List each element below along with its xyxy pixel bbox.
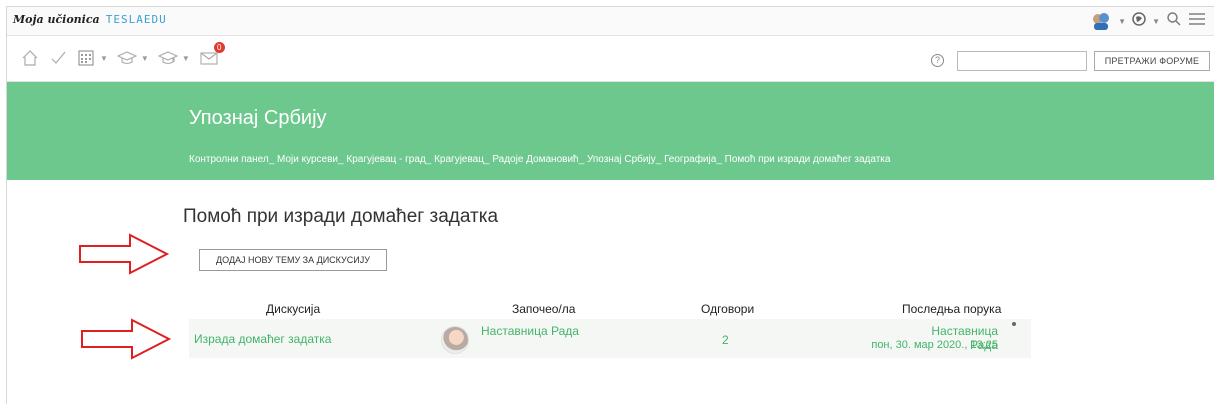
help-icon[interactable]: ? [931, 54, 944, 67]
user-avatar[interactable] [1090, 10, 1112, 32]
nav-icon-group: ▼ ▼ ▼ 0 [19, 42, 225, 69]
breadcrumb-item-my-courses[interactable]: Моји курсеви [277, 154, 338, 165]
courses-alt-caret-icon[interactable]: ▼ [182, 54, 190, 63]
breadcrumb-separator: _ [425, 154, 435, 165]
messages-count-badge: 0 [213, 42, 225, 53]
course-title: Упознај Србију [189, 107, 327, 129]
site-logo[interactable]: Moja učionica TESLAEDU [13, 13, 167, 26]
breadcrumb-separator: _ [578, 154, 587, 165]
annotation-arrow-add-topic-icon [79, 233, 170, 275]
search-forums-button[interactable]: ПРЕТРАЖИ ФОРУМЕ [1094, 51, 1210, 71]
annotation-arrow-discussion-icon [81, 318, 172, 360]
breadcrumb-separator: _ [268, 154, 278, 165]
breadcrumb-item-course[interactable]: Упознај Србију [587, 154, 656, 165]
breadcrumb-separator: _ [716, 154, 725, 165]
breadcrumb-item-city[interactable]: Крагујевац - град [346, 154, 425, 165]
calendar-caret-icon[interactable]: ▼ [100, 54, 108, 63]
breadcrumb: Контролни панел_ Моји курсеви_ Крагујева… [189, 154, 890, 165]
messages-envelope-icon[interactable]: 0 [198, 42, 225, 69]
column-header-replies[interactable]: Одговори [701, 302, 754, 316]
home-icon[interactable] [19, 47, 41, 69]
author-link[interactable]: Наставница Рада [481, 324, 579, 338]
logo-script-text: Moja učionica [13, 13, 100, 26]
breadcrumb-separator: _ [655, 154, 665, 165]
hamburger-menu-icon[interactable] [1188, 11, 1206, 32]
user-menu-caret-icon[interactable]: ▼ [1118, 17, 1126, 26]
user-menu-area: ▼ ▼ [1090, 10, 1206, 32]
courses-caret-icon[interactable]: ▼ [141, 54, 149, 63]
graduation-cap-alt-icon[interactable] [157, 47, 179, 69]
breadcrumb-item-dashboard[interactable]: Контролни панел [189, 154, 269, 165]
last-post-date-link[interactable]: пон, 30. мар 2020., 13:25 [838, 339, 998, 351]
course-header: Упознај Србију Контролни панел_ Моји кур… [7, 82, 1214, 180]
calendar-icon[interactable] [75, 47, 97, 69]
row-options-dot-icon[interactable] [1012, 322, 1016, 326]
discussion-link[interactable]: Израда домаћег задатка [194, 332, 331, 346]
page-title: Помоћ при изради домаћег задатка [183, 206, 499, 227]
replies-count-link[interactable]: 2 [722, 333, 729, 347]
logo-brand-text: TESLAEDU [105, 13, 167, 26]
add-discussion-topic-button[interactable]: ДОДАЈ НОВУ ТЕМУ ЗА ДИСКУСИЈУ [199, 249, 387, 271]
forum-search-input[interactable] [957, 51, 1087, 71]
breadcrumb-item-school[interactable]: Радоје Домановић [492, 154, 578, 165]
breadcrumb-item-school-location[interactable]: Крагујевац [434, 154, 484, 165]
column-header-discussion[interactable]: Дискусија [266, 302, 320, 316]
language-caret-icon[interactable]: ▼ [1152, 17, 1160, 26]
breadcrumb-item-forum[interactable]: Помоћ при изради домаћег задатка [725, 154, 891, 165]
column-header-last-post[interactable]: Последња порука [902, 302, 1001, 316]
column-header-started-by[interactable]: Започео/ла [512, 302, 575, 316]
search-icon[interactable] [1166, 11, 1182, 32]
nav-bar: ▼ ▼ ▼ 0 ? ПРЕТРАЖИ ФОРУМЕ [7, 36, 1214, 82]
checkmark-icon[interactable] [47, 47, 69, 69]
author-avatar[interactable] [441, 326, 469, 354]
breadcrumb-item-section[interactable]: Географија [664, 154, 716, 165]
top-bar: Moja učionica TESLAEDU ▼ ▼ [7, 7, 1214, 36]
graduation-cap-icon[interactable] [116, 47, 138, 69]
language-globe-icon[interactable] [1132, 11, 1146, 31]
